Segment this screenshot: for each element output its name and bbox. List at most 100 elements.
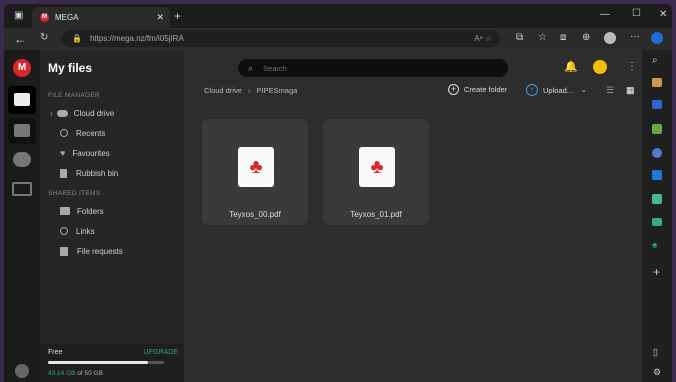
cloud-drive-rail-button[interactable] bbox=[8, 86, 36, 114]
sidebar-item-label: Rubbish bin bbox=[76, 168, 119, 178]
search-icon: ⌕ bbox=[248, 62, 254, 73]
back-icon[interactable]: ← bbox=[14, 33, 26, 45]
sidebar-item-links[interactable]: Links bbox=[60, 222, 95, 240]
add-sidebar-app-icon[interactable]: + bbox=[653, 266, 660, 278]
address-row: ← ↻ 🔒 https://mega.nz/fm/i05jIRA Aᵃ ☆ ⧉ … bbox=[4, 28, 672, 50]
close-tab-icon[interactable]: ✕ bbox=[156, 12, 164, 23]
split-screen-icon[interactable]: ⧉ bbox=[516, 33, 523, 43]
tree-icon[interactable]: ♠ bbox=[652, 240, 657, 251]
edge-sidebar: ⌕ ♠ + ▯ ⚙ bbox=[642, 32, 672, 382]
bell-icon[interactable]: 🔔 bbox=[564, 60, 578, 73]
more-menu-icon[interactable]: ··· bbox=[630, 32, 640, 42]
tab-mega[interactable]: M MEGA ✕ bbox=[32, 7, 170, 28]
sidebar-item-label: Favourites bbox=[72, 148, 110, 158]
reader-mode-icon[interactable]: Aᵃ ☆ bbox=[474, 34, 492, 43]
profile-avatar[interactable] bbox=[604, 32, 616, 44]
bing-icon[interactable] bbox=[651, 32, 663, 44]
close-window-icon[interactable]: ✕ bbox=[659, 10, 667, 20]
chevron-down-icon[interactable]: ⌄ bbox=[581, 86, 587, 94]
tab-bar: ▣ M MEGA ✕ + — ☐ ✕ bbox=[4, 4, 672, 28]
create-folder-button[interactable]: + Create folder bbox=[448, 84, 507, 95]
minimize-icon[interactable]: — bbox=[600, 10, 610, 20]
tab-actions-icon[interactable]: ▣ bbox=[14, 11, 23, 21]
browser-window: ▣ M MEGA ✕ + — ☐ ✕ ← ↻ 🔒 https://mega.nz… bbox=[4, 4, 672, 382]
pdf-icon: ♣ bbox=[359, 147, 395, 187]
breadcrumb-current: PIPESmaga bbox=[256, 86, 298, 95]
sidebar-item-favourites[interactable]: ♥ Favourites bbox=[60, 144, 110, 162]
sidebar-item-label: File requests bbox=[77, 246, 123, 256]
outlook-icon[interactable] bbox=[652, 170, 662, 180]
chevron-right-icon[interactable]: › bbox=[50, 109, 53, 118]
chat-rail-icon[interactable] bbox=[13, 152, 31, 167]
link-icon bbox=[60, 227, 68, 235]
sidebar-item-folders[interactable]: Folders bbox=[60, 202, 104, 220]
main-panel: ⌕ 🔔 ⋮ Cloud drive › PIPESmaga + Create f… bbox=[184, 50, 642, 382]
breadcrumb: Cloud drive › PIPESmaga bbox=[204, 86, 297, 95]
lock-icon[interactable]: 🔒 bbox=[72, 34, 82, 43]
upload-button[interactable]: ↑ Upload... ⌄ bbox=[526, 84, 587, 96]
upgrade-link[interactable]: UPGRADE bbox=[143, 349, 178, 356]
search-bar[interactable]: ⌕ bbox=[238, 59, 508, 77]
search-icon[interactable]: ⌕ bbox=[652, 56, 658, 66]
plan-label: Free bbox=[48, 349, 63, 356]
list-view-icon[interactable]: ☰ bbox=[606, 85, 614, 96]
create-folder-label: Create folder bbox=[464, 85, 508, 94]
storage-bar bbox=[48, 361, 164, 364]
refresh-icon[interactable]: ↻ bbox=[40, 33, 48, 43]
sidebar-item-rubbish-bin[interactable]: Rubbish bin bbox=[60, 164, 118, 182]
storage-panel: Free UPGRADE 43.14 GB of 50 GB bbox=[40, 344, 184, 382]
sidebar-item-file-requests[interactable]: File requests bbox=[60, 242, 123, 260]
storage-used: 43.14 GB bbox=[48, 370, 76, 377]
clock-icon bbox=[60, 129, 68, 137]
sidebar-settings-icon[interactable]: ⚙ bbox=[653, 368, 661, 377]
storage-usage: 43.14 GB of 50 GB bbox=[48, 370, 103, 377]
extensions-icon[interactable]: ⊕ bbox=[582, 33, 590, 43]
shopping-icon[interactable] bbox=[652, 78, 662, 87]
app-rail: M bbox=[4, 50, 40, 382]
drop-icon[interactable] bbox=[652, 218, 662, 226]
maximize-icon[interactable]: ☐ bbox=[632, 9, 641, 19]
mega-app: M My files FILE MANAGER › Cloud drive Re… bbox=[4, 50, 642, 382]
sidebar-item-cloud-drive[interactable]: › Cloud drive bbox=[50, 104, 114, 122]
designer-icon[interactable] bbox=[652, 194, 662, 204]
new-tab-icon[interactable]: + bbox=[174, 10, 181, 22]
file-tile[interactable]: ♣ Teyxos_00.pdf bbox=[202, 119, 308, 225]
trash-icon bbox=[60, 168, 67, 178]
folder-icon bbox=[14, 93, 30, 106]
devices-rail-icon[interactable] bbox=[12, 182, 32, 196]
microsoft365-icon[interactable] bbox=[652, 148, 662, 158]
grid-view-icon[interactable]: ▦ bbox=[626, 85, 635, 96]
hide-sidebar-icon[interactable]: ▯ bbox=[653, 348, 658, 357]
sidebar-item-recents[interactable]: Recents bbox=[60, 124, 105, 142]
url-text: https://mega.nz/fm/i05jIRA bbox=[89, 34, 184, 43]
upload-label: Upload... bbox=[543, 85, 574, 95]
plus-circle-icon: + bbox=[448, 84, 459, 95]
favorites-icon[interactable]: ☆ bbox=[538, 33, 547, 43]
acrobat-glyph-icon: ♣ bbox=[370, 156, 384, 178]
shared-folder-icon bbox=[60, 207, 70, 215]
sidebar-item-label: Cloud drive bbox=[73, 108, 115, 118]
avatar[interactable] bbox=[593, 60, 607, 74]
mega-favicon-icon: M bbox=[40, 13, 49, 22]
mega-logo[interactable]: M bbox=[13, 59, 31, 77]
breadcrumb-root[interactable]: Cloud drive bbox=[204, 86, 242, 95]
acrobat-glyph-icon: ♣ bbox=[249, 156, 263, 178]
settings-rail-icon[interactable] bbox=[15, 364, 29, 378]
tools-icon[interactable] bbox=[652, 100, 662, 109]
address-bar[interactable]: 🔒 https://mega.nz/fm/i05jIRA Aᵃ ☆ bbox=[62, 30, 500, 47]
search-input[interactable] bbox=[261, 62, 466, 74]
games-icon[interactable] bbox=[652, 124, 662, 134]
storage-total: of 50 GB bbox=[77, 370, 103, 377]
cloud-icon bbox=[56, 109, 68, 117]
photos-rail-button[interactable] bbox=[8, 118, 36, 144]
collections-icon[interactable]: ⧈ bbox=[560, 33, 566, 43]
file-request-icon bbox=[60, 246, 68, 256]
tab-title: MEGA bbox=[55, 13, 79, 22]
file-name: Teyxos_00.pdf bbox=[229, 210, 281, 219]
file-name: Teyxos_01.pdf bbox=[350, 210, 402, 219]
more-options-icon[interactable]: ⋮ bbox=[627, 61, 637, 72]
storage-bar-fill bbox=[48, 361, 149, 364]
file-tile[interactable]: ♣ Teyxos_01.pdf bbox=[323, 119, 429, 225]
pdf-icon: ♣ bbox=[238, 147, 274, 187]
page-title: My files bbox=[48, 61, 93, 75]
